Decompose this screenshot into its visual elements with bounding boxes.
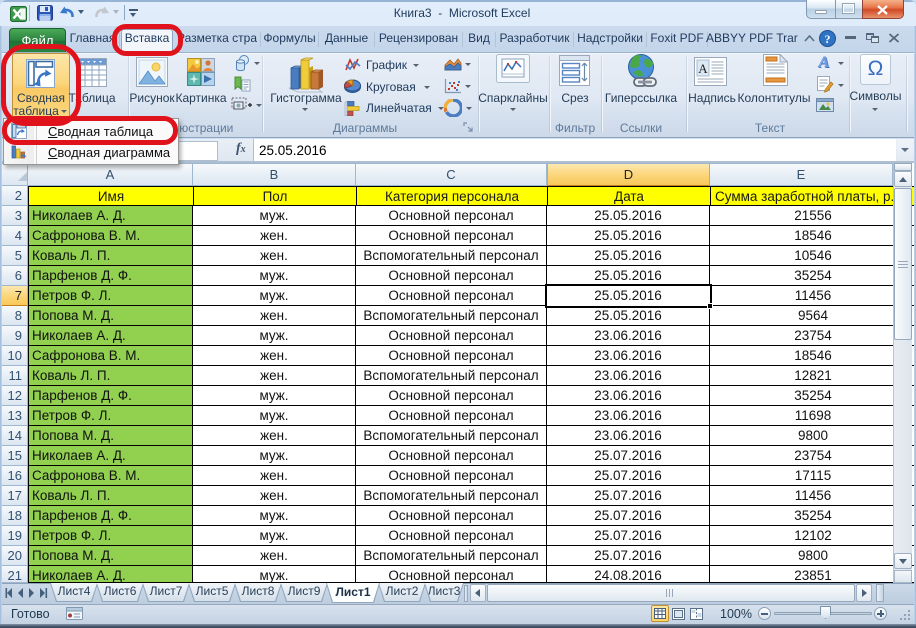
svg-text:?: ?	[825, 32, 831, 46]
svg-text:A: A	[698, 61, 708, 76]
